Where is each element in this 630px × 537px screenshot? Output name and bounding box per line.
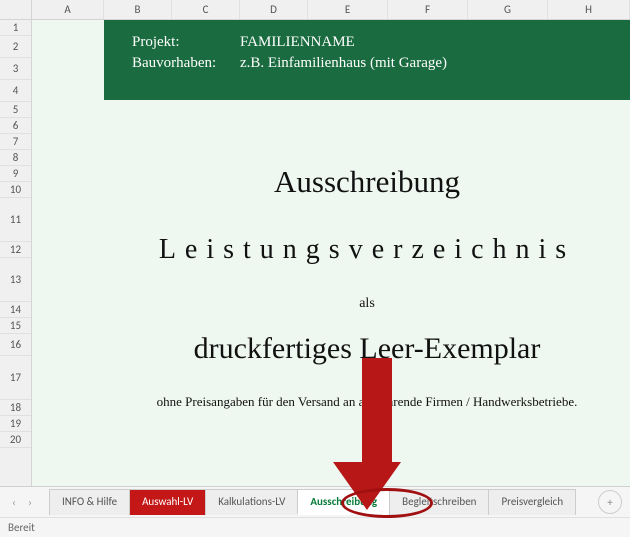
sheet-canvas[interactable]: Projekt: FAMILIENNAME Bauvorhaben: z.B. … [32,20,630,486]
status-bar: Bereit [0,517,630,537]
col-header[interactable]: F [388,0,468,19]
row-header[interactable]: 14 [0,302,31,318]
row-header[interactable]: 6 [0,118,31,134]
row-header[interactable]: 7 [0,134,31,150]
row-header[interactable]: 8 [0,150,31,166]
sheet-tab-ausschreibung[interactable]: Ausschreibung [297,489,390,515]
row-header[interactable]: 9 [0,166,31,182]
sheet-tab-auswahl-lv[interactable]: Auswahl-LV [129,489,206,515]
row-headers: 1234567891011121314151617181920 [0,0,32,486]
col-header[interactable]: G [468,0,548,19]
select-all-corner[interactable] [0,0,32,20]
title-ausschreibung: Ausschreibung [104,164,630,200]
bauvorhaben-label: Bauvorhaben: [132,55,240,72]
row-header[interactable]: 20 [0,432,31,448]
row-header[interactable]: 18 [0,400,31,416]
sheet-tab-info-hilfe[interactable]: INFO & Hilfe [49,489,130,515]
row-header[interactable]: 19 [0,416,31,432]
sheet-tab-preisvergleich[interactable]: Preisvergleich [488,489,576,515]
col-header[interactable]: B [104,0,172,19]
col-header[interactable]: C [172,0,240,19]
row-header[interactable]: 1 [0,20,31,36]
col-header[interactable]: E [308,0,388,19]
tab-nav-next[interactable]: › [22,492,38,512]
title-leer-exemplar: druckfertiges Leer-Exemplar [104,332,630,366]
projekt-value: FAMILIENNAME [240,34,355,51]
document-body: Ausschreibung Leistungsverzeichnis als d… [104,100,630,410]
title-leistungsverzeichnis: Leistungsverzeichnis [104,234,630,266]
sheet-tab-kalkulations-lv[interactable]: Kalkulations-LV [205,489,298,515]
project-header-block: Projekt: FAMILIENNAME Bauvorhaben: z.B. … [104,20,630,100]
row-header[interactable]: 5 [0,102,31,118]
word-als: als [104,296,630,312]
add-sheet-button[interactable]: + [598,490,622,514]
row-header[interactable]: 17 [0,356,31,400]
bauvorhaben-value: z.B. Einfamilienhaus (mit Garage) [240,55,447,72]
status-ready: Bereit [8,521,35,534]
row-header[interactable]: 3 [0,58,31,80]
tab-nav-prev[interactable]: ‹ [6,492,22,512]
row-header[interactable]: 15 [0,318,31,334]
row-header[interactable]: 12 [0,242,31,258]
column-headers: A B C D E F G H [32,0,630,20]
row-header[interactable]: 10 [0,182,31,198]
row-header[interactable]: 2 [0,36,31,58]
sheet-tab-begleitschreiben[interactable]: Begleitschreiben [389,489,489,515]
col-header[interactable]: A [32,0,104,19]
row-header[interactable]: 16 [0,334,31,356]
subtitle-ohne-preisangaben: ohne Preisangaben für den Versand an aus… [104,394,630,410]
row-header[interactable]: 4 [0,80,31,102]
projekt-label: Projekt: [132,34,240,51]
col-header[interactable]: H [548,0,630,19]
sheet-tab-bar: ‹ › INFO & HilfeAuswahl-LVKalkulations-L… [0,486,630,517]
row-header[interactable]: 11 [0,198,31,242]
col-header[interactable]: D [240,0,308,19]
row-header[interactable]: 13 [0,258,31,302]
